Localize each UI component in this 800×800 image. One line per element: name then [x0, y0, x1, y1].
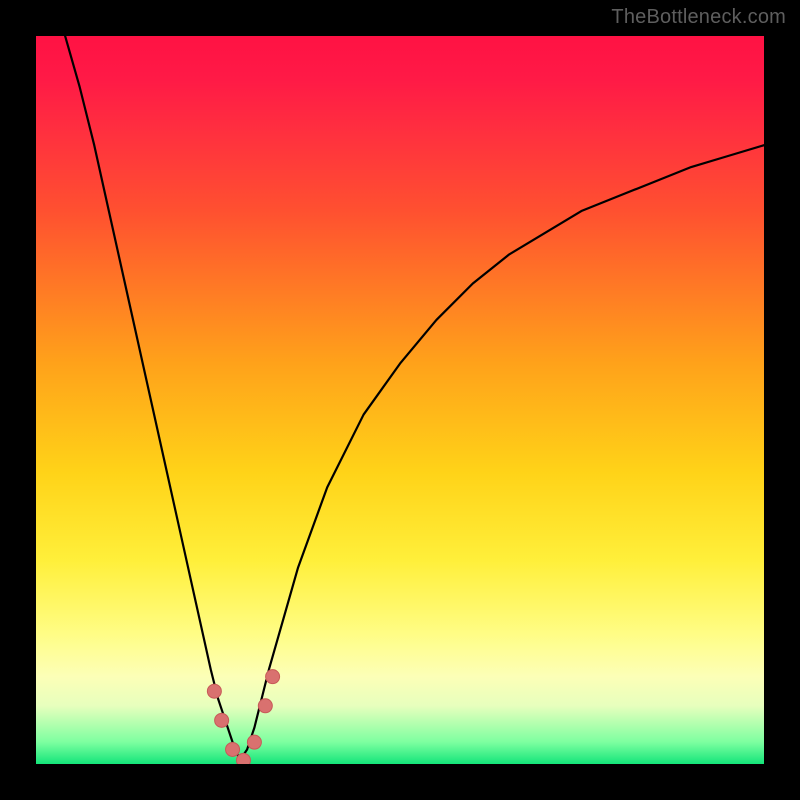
valley-dot — [247, 735, 261, 749]
valley-dot — [207, 684, 221, 698]
plot-area — [36, 36, 764, 764]
valley-dot — [215, 713, 229, 727]
watermark-text: TheBottleneck.com — [611, 6, 786, 29]
valley-dot — [258, 699, 272, 713]
bottleneck-curve — [65, 36, 764, 760]
valley-dot — [236, 753, 250, 764]
outer-frame: TheBottleneck.com — [0, 0, 800, 800]
valley-dots-group — [207, 670, 279, 764]
chart-svg — [36, 36, 764, 764]
valley-dot — [226, 742, 240, 756]
valley-dot — [266, 670, 280, 684]
